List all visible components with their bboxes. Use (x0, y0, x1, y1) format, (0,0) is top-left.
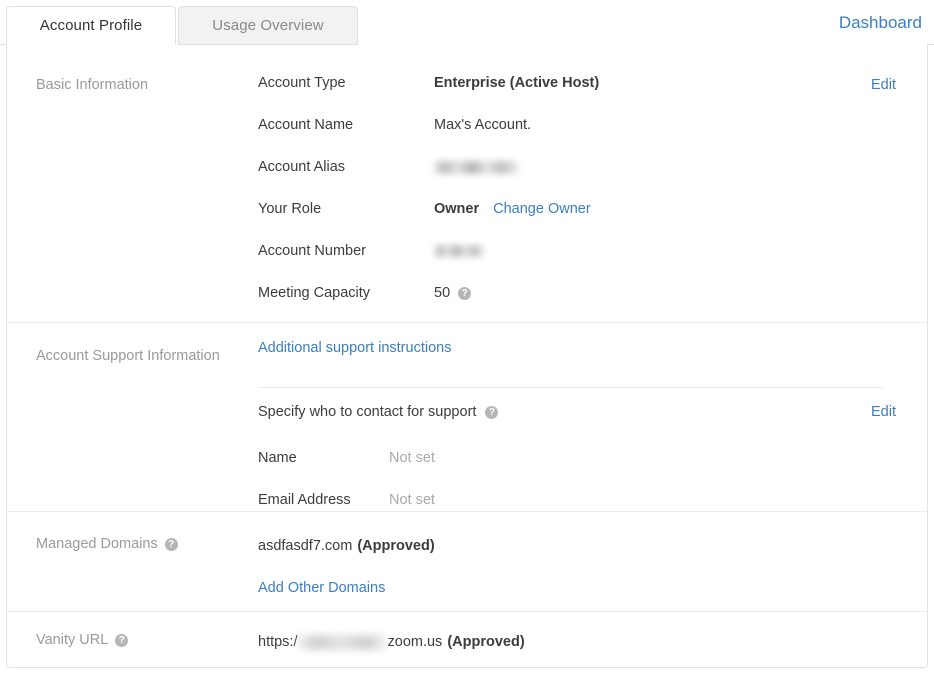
redacted-account-number (434, 245, 484, 257)
row-support-name: Name Not set (258, 437, 907, 479)
redacted-account-alias (434, 160, 518, 174)
managed-domain-name: asdfasdf7.com (258, 538, 353, 554)
managed-domain-entry: asdfasdf7.com (Approved) (258, 538, 435, 554)
row-support-name-label: Name (258, 450, 297, 466)
row-meeting-capacity: Meeting Capacity 50 (258, 272, 907, 314)
support-contact-rows: Specify who to contact for support Name … (258, 404, 907, 521)
row-account-alias-value (434, 160, 518, 174)
account-profile-page: Account Profile Usage Overview Dashboard… (0, 0, 934, 682)
section-basic-information-title: Basic Information (36, 77, 149, 93)
row-account-name-label: Account Name (258, 117, 354, 133)
row-your-role: Your Role Owner Change Owner (258, 188, 907, 230)
row-account-number: Account Number (258, 230, 907, 272)
row-account-type: Account Type Enterprise (Active Host) (258, 62, 907, 104)
section-vanity-url: Vanity URL https:/ zoom.us (Approved) (7, 612, 927, 667)
row-support-email-value: Not set (389, 492, 435, 508)
your-role-text: Owner (434, 201, 480, 217)
section-account-support-information: Account Support Information Additional s… (7, 323, 927, 512)
meeting-capacity-help-icon[interactable] (458, 286, 472, 300)
section-account-support-title: Account Support Information (36, 348, 220, 364)
support-contact-title-text: Specify who to contact for support (258, 404, 477, 420)
section-managed-domains-label: Managed Domains (36, 536, 178, 552)
row-account-name-value: Max's Account. (434, 117, 532, 133)
support-contact-help-icon[interactable] (485, 405, 499, 419)
additional-support-instructions-link[interactable]: Additional support instructions (258, 340, 451, 356)
vanity-url-prefix: https:/ (258, 634, 298, 650)
section-managed-domains-title: Managed Domains (36, 536, 158, 552)
row-account-type-label: Account Type (258, 75, 346, 91)
support-contact-title: Specify who to contact for support (258, 404, 907, 420)
vanity-url-suffix: zoom.us (387, 634, 443, 650)
section-basic-information-label: Basic Information (36, 77, 148, 93)
section-account-support-label: Account Support Information (36, 348, 220, 364)
support-inner-divider (258, 387, 884, 388)
change-owner-link[interactable]: Change Owner (493, 201, 591, 217)
row-account-number-label: Account Number (258, 243, 366, 259)
section-vanity-url-title: Vanity URL (36, 632, 109, 648)
row-add-other-domains: Add Other Domains (258, 567, 907, 609)
vanity-url-rows: https:/ zoom.us (Approved) (258, 621, 907, 663)
row-account-type-value: Enterprise (Active Host) (434, 75, 600, 91)
row-account-name: Account Name Max's Account. (258, 104, 907, 146)
row-your-role-label: Your Role (258, 201, 322, 217)
tab-account-profile-label: Account Profile (39, 17, 143, 34)
section-managed-domains: Managed Domains asdfasdf7.com (Approved)… (7, 512, 927, 612)
tab-usage-overview-label: Usage Overview (212, 17, 324, 34)
redacted-vanity-subdomain (297, 634, 386, 650)
managed-domain-status: (Approved) (357, 538, 435, 554)
tab-strip: Account Profile Usage Overview Dashboard (0, 0, 934, 45)
section-vanity-url-label: Vanity URL (36, 632, 129, 648)
section-basic-information: Basic Information Edit Account Type Ente… (7, 44, 927, 323)
managed-domains-help-icon[interactable] (164, 537, 178, 551)
basic-information-rows: Account Type Enterprise (Active Host) Ac… (258, 62, 907, 314)
row-managed-domain: asdfasdf7.com (Approved) (258, 525, 907, 567)
managed-domains-rows: asdfasdf7.com (Approved) Add Other Domai… (258, 525, 907, 609)
row-account-number-value (434, 245, 484, 257)
row-vanity-url: https:/ zoom.us (Approved) (258, 621, 907, 663)
tab-usage-overview[interactable]: Usage Overview (178, 6, 358, 45)
row-account-alias: Account Alias (258, 146, 907, 188)
dashboard-link[interactable]: Dashboard (839, 13, 922, 33)
row-account-alias-label: Account Alias (258, 159, 346, 175)
row-support-name-value: Not set (389, 450, 435, 466)
support-instructions-wrap: Additional support instructions (258, 339, 907, 356)
account-profile-card: Basic Information Edit Account Type Ente… (6, 44, 928, 668)
row-meeting-capacity-label: Meeting Capacity (258, 285, 371, 301)
row-support-email-label: Email Address (258, 492, 351, 508)
vanity-url-status: (Approved) (447, 634, 525, 650)
tab-account-profile[interactable]: Account Profile (6, 6, 176, 45)
add-other-domains-link[interactable]: Add Other Domains (258, 580, 385, 596)
row-meeting-capacity-value: 50 (434, 285, 472, 301)
meeting-capacity-number: 50 (434, 285, 451, 301)
vanity-url-help-icon[interactable] (115, 633, 129, 647)
vanity-url-value: https:/ zoom.us (Approved) (258, 634, 525, 650)
row-your-role-value: Owner Change Owner (434, 201, 591, 217)
